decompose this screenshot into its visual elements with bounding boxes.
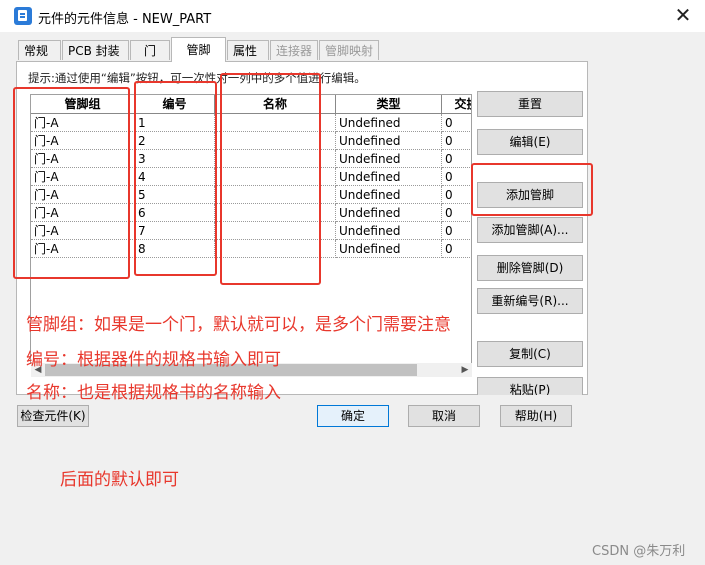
tab-attributes[interactable]: 属性	[227, 40, 269, 60]
annotation-pin-group: 管脚组：如果是一个门，默认就可以，是多个门需要注意	[26, 315, 451, 335]
tab-pcb-footprint[interactable]: PCB 封装	[62, 40, 129, 60]
cell-type[interactable]: Undefined	[336, 150, 442, 168]
cell-swap[interactable]: 0	[442, 222, 471, 240]
reset-button[interactable]: 重置	[477, 91, 583, 117]
watermark: CSDN @朱万利	[592, 544, 686, 559]
cell-swap[interactable]: 0	[442, 114, 471, 132]
renumber-button[interactable]: 重新编号(R)...	[477, 288, 583, 314]
ok-button[interactable]: 确定	[317, 405, 389, 427]
paste-button-clip: 粘贴(P)	[477, 377, 583, 395]
cell-type[interactable]: Undefined	[336, 114, 442, 132]
close-icon[interactable]: ✕	[670, 2, 696, 28]
add-pins-button[interactable]: 添加管脚(A)...	[477, 217, 583, 243]
scroll-right-icon[interactable]: ▶	[458, 363, 472, 377]
annotation-number: 编号：根据器件的规格书输入即可	[26, 350, 281, 370]
highlight-add-pin-button	[471, 163, 593, 216]
cell-swap[interactable]: 0	[442, 132, 471, 150]
cell-swap[interactable]: 0	[442, 240, 471, 258]
cell-type[interactable]: Undefined	[336, 132, 442, 150]
tab-general[interactable]: 常规	[18, 40, 61, 60]
check-part-button[interactable]: 检查元件(K)	[17, 405, 89, 427]
copy-button[interactable]: 复制(C)	[477, 341, 583, 367]
cell-type[interactable]: Undefined	[336, 204, 442, 222]
cell-swap[interactable]: 0	[442, 204, 471, 222]
tab-connector: 连接器	[270, 40, 318, 60]
cancel-button[interactable]: 取消	[408, 405, 480, 427]
column-header-type[interactable]: 类型	[336, 95, 442, 114]
delete-pins-button[interactable]: 删除管脚(D)	[477, 255, 583, 281]
cell-swap[interactable]: 0	[442, 150, 471, 168]
tab-gates[interactable]: 门	[130, 40, 170, 60]
edit-button[interactable]: 编辑(E)	[477, 129, 583, 155]
cell-type[interactable]: Undefined	[336, 168, 442, 186]
window-title: 元件的元件信息 - NEW_PART	[38, 12, 212, 27]
cell-type[interactable]: Undefined	[336, 222, 442, 240]
cell-swap[interactable]: 0	[442, 168, 471, 186]
highlight-number-column	[134, 81, 217, 276]
highlight-name-column	[220, 73, 321, 285]
cell-type[interactable]: Undefined	[336, 186, 442, 204]
cell-type[interactable]: Undefined	[336, 240, 442, 258]
tab-pins[interactable]: 管脚	[171, 37, 226, 62]
paste-button[interactable]: 粘贴(P)	[477, 377, 583, 395]
app-icon	[14, 7, 32, 25]
highlight-pin-group-column	[13, 87, 130, 279]
cell-swap[interactable]: 0	[442, 186, 471, 204]
tab-pin-mapping: 管脚映射	[319, 40, 379, 60]
annotation-defaults: 后面的默认即可	[60, 470, 179, 490]
column-header-swap[interactable]: 交换	[442, 95, 471, 114]
help-button[interactable]: 帮助(H)	[500, 405, 572, 427]
annotation-name: 名称：也是根据规格书的名称输入	[26, 383, 281, 403]
